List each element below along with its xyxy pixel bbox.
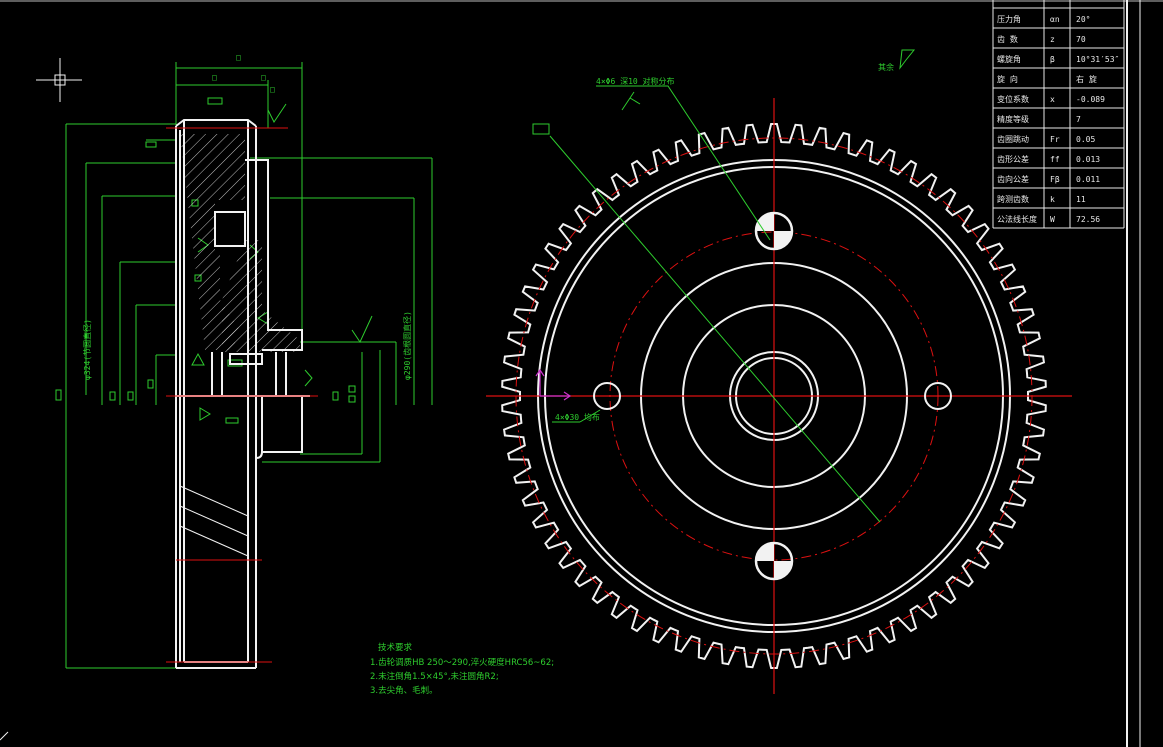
svg-text:□: □ (212, 73, 217, 82)
param-value: -0.089 (1076, 95, 1105, 104)
param-symbol: x (1050, 95, 1055, 104)
svg-text:□: □ (261, 73, 266, 82)
param-value: 10°31′53″ (1076, 55, 1119, 64)
param-value: 0.013 (1076, 155, 1100, 164)
parameter-table: 压力角 αn 20° 齿 数 z 70 螺旋角 β 10°31′53″ 旋 向 右 旋变位系数 x -0… (992, 0, 1125, 229)
param-name: 齿向公差 (997, 174, 1029, 184)
surface-other-label: 其余 (878, 62, 894, 72)
param-symbol: β (1050, 55, 1055, 64)
param-name: 螺旋角 (997, 54, 1021, 64)
note-3: 3.去尖角、毛刺。 (370, 685, 438, 696)
svg-text:□: □ (236, 53, 241, 62)
param-name: 压力角 (997, 14, 1021, 24)
dimension-pitch-diameter: φ324(节圆直径) (82, 319, 92, 380)
leader-note: 4×Φ6 深10 对称分布 (596, 76, 675, 86)
dimension-root-diameter: φ290(齿根圆直径) (402, 311, 412, 380)
notes-title: 技术要求 (378, 642, 413, 653)
param-value: 右 旋 (1076, 74, 1097, 84)
hole-note: 4×Φ30 均布 (555, 412, 600, 422)
ucs-crosshair-icon (36, 58, 82, 102)
view-axis-icon (535, 368, 572, 401)
param-name: 公法线长度 (997, 214, 1037, 224)
note-2: 2.未注倒角1.5×45°,未注圆角R2; (370, 671, 499, 682)
lightening-hole-bottom (754, 541, 794, 581)
drawing-frame (0, 0, 1163, 747)
param-symbol: k (1050, 195, 1055, 204)
param-symbol: Fr (1050, 135, 1060, 144)
param-value: 72.56 (1076, 215, 1100, 224)
param-name: 变位系数 (997, 94, 1029, 104)
param-symbol: z (1050, 35, 1055, 44)
param-value: 0.011 (1076, 175, 1100, 184)
gear-front-view: 4×Φ6 深10 对称分布 4×Φ30 均布 其余 (486, 49, 1072, 694)
param-name: 齿 数 (997, 34, 1018, 44)
param-name: 齿圈跳动 (997, 134, 1029, 144)
param-value: 7 (1076, 115, 1081, 124)
param-name: 精度等级 (997, 114, 1029, 124)
param-symbol: Fβ (1050, 175, 1060, 184)
param-symbol: αn (1050, 15, 1060, 24)
param-name: 旋 向 (997, 74, 1018, 84)
param-value: 0.05 (1076, 135, 1095, 144)
cad-drawing: □ □ □ □ φ324(节圆直径) φ290(齿根圆直径) 4×Φ6 深10 … (0, 0, 1163, 747)
section-view: □ □ □ □ φ324(节圆直径) φ290(齿根圆直径) (55, 53, 433, 669)
param-value: 11 (1076, 195, 1086, 204)
lightening-hole-top (754, 211, 794, 251)
svg-text:□: □ (270, 85, 275, 94)
note-1: 1.齿轮调质HB 250～290,淬火硬度HRC56~62; (370, 657, 554, 668)
param-value: 20° (1076, 15, 1090, 24)
param-name: 跨测齿数 (997, 194, 1029, 204)
technical-notes: 技术要求 1.齿轮调质HB 250～290,淬火硬度HRC56~62; 2.未注… (370, 642, 554, 696)
param-name: 齿形公差 (997, 154, 1029, 164)
corner-marker-icon (0, 731, 9, 741)
param-symbol: W (1050, 215, 1055, 224)
param-value: 70 (1076, 35, 1086, 44)
param-symbol: ff (1050, 155, 1060, 164)
